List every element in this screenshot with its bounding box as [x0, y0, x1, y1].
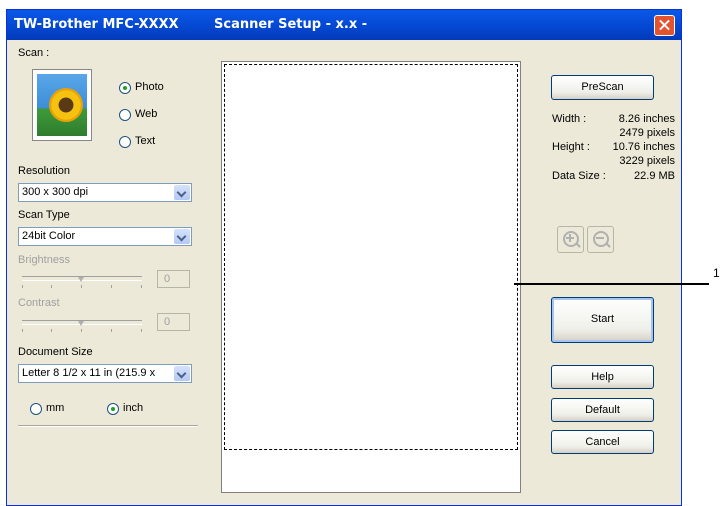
chevron-down-icon[interactable] — [174, 229, 190, 244]
brightness-value: 0 — [164, 273, 171, 285]
scan-type-label: Scan Type — [18, 209, 70, 221]
preview-area[interactable] — [221, 61, 521, 493]
scan-area-selection[interactable] — [224, 64, 518, 450]
width-inches-value: 8.26 inches — [618, 113, 675, 125]
start-button-label: Start — [590, 313, 615, 325]
data-size-value: 22.9 MB — [634, 170, 675, 182]
start-button[interactable]: Start — [551, 297, 654, 343]
unit-mm-label[interactable]: mm — [46, 402, 64, 414]
resolution-select[interactable]: 300 x 300 dpi — [18, 183, 192, 202]
height-inches-value: 10.76 inches — [612, 141, 675, 153]
scan-web-label[interactable]: Web — [135, 108, 157, 120]
brightness-slider[interactable] — [22, 271, 142, 289]
scanner-setup-dialog: TW-Brother MFC-XXXX Scanner Setup - x.x … — [6, 9, 682, 506]
close-icon[interactable] — [654, 15, 675, 36]
height-label: Height : — [552, 141, 590, 153]
contrast-slider[interactable] — [22, 315, 142, 333]
scan-type-value: 24bit Color — [22, 230, 76, 242]
document-size-label: Document Size — [18, 346, 93, 358]
prescan-button-label: PreScan — [581, 81, 624, 93]
width-label: Width : — [552, 113, 587, 125]
unit-inch-label[interactable]: inch — [123, 402, 143, 414]
default-button-label: Default — [585, 404, 620, 416]
cancel-button[interactable]: Cancel — [551, 430, 654, 454]
resolution-label: Resolution — [18, 165, 70, 177]
unit-inch-radio[interactable] — [107, 403, 119, 415]
callout-number: 1 — [713, 266, 720, 280]
prescan-button[interactable]: PreScan — [551, 75, 654, 100]
contrast-value: 0 — [164, 316, 171, 328]
document-size-value: Letter 8 1/2 x 11 in (215.9 x — [22, 367, 156, 379]
cancel-button-label: Cancel — [585, 436, 620, 448]
height-pixels-value: 3229 pixels — [619, 155, 675, 167]
zoom-out-icon[interactable] — [587, 226, 614, 253]
unit-mm-radio[interactable] — [30, 403, 42, 415]
help-button[interactable]: Help — [551, 365, 654, 389]
document-size-select[interactable]: Letter 8 1/2 x 11 in (215.9 x — [18, 364, 192, 383]
scan-label: Scan : — [18, 47, 50, 59]
help-button-label: Help — [591, 371, 614, 383]
width-pixels-value: 2479 pixels — [619, 127, 675, 139]
photo-thumbnail-icon — [32, 69, 92, 141]
zoom-in-icon[interactable] — [557, 226, 584, 253]
default-button[interactable]: Default — [551, 398, 654, 422]
contrast-label: Contrast — [18, 297, 60, 309]
callout-line — [514, 283, 709, 285]
resolution-value: 300 x 300 dpi — [22, 186, 89, 198]
contrast-value-field[interactable]: 0 — [157, 313, 190, 331]
brightness-value-field[interactable]: 0 — [157, 270, 190, 288]
window-title-device: TW-Brother MFC-XXXX — [14, 17, 179, 32]
scan-text-radio[interactable] — [119, 136, 131, 148]
scan-type-select[interactable]: 24bit Color — [18, 227, 192, 246]
window-title-setup: Scanner Setup - x.x - — [214, 17, 368, 32]
scan-photo-radio[interactable] — [119, 82, 131, 94]
brightness-label: Brightness — [18, 254, 70, 266]
title-bar: TW-Brother MFC-XXXX Scanner Setup - x.x … — [7, 10, 681, 40]
scan-photo-label[interactable]: Photo — [135, 81, 164, 93]
chevron-down-icon[interactable] — [174, 366, 190, 381]
scan-web-radio[interactable] — [119, 109, 131, 121]
scan-text-label[interactable]: Text — [135, 135, 155, 147]
divider — [18, 425, 198, 427]
chevron-down-icon[interactable] — [174, 185, 190, 200]
